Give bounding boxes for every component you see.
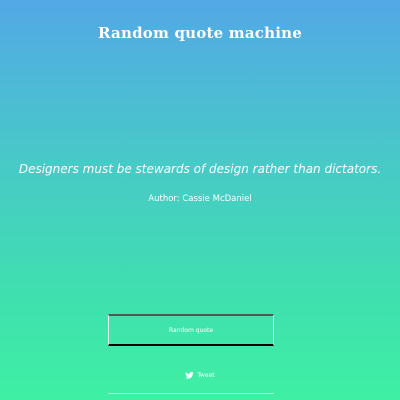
- random-quote-button[interactable]: Random quote: [108, 314, 274, 346]
- twitter-icon: [185, 371, 194, 380]
- footer-divider: [108, 393, 274, 394]
- quote-text: Designers must be stewards of design rat…: [18, 162, 382, 176]
- app-title: Random quote machine: [98, 24, 302, 42]
- tweet-button[interactable]: Tweet: [0, 371, 400, 380]
- quote-author: Author: Cassie McDaniel: [148, 194, 252, 204]
- tweet-label: Tweet: [197, 372, 215, 379]
